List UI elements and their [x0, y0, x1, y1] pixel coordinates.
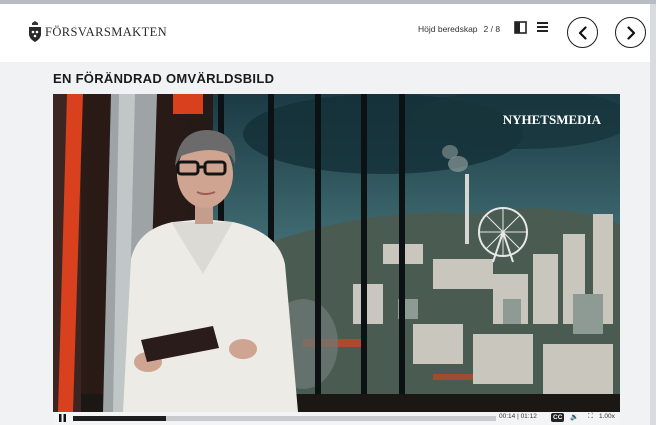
fullscreen-icon[interactable]: ⛶ — [588, 413, 593, 421]
app-header: FÖRSVARSMAKTEN Höjd beredskap 2 / 8 — [0, 4, 650, 62]
page-title: EN FÖRÄNDRAD OMVÄRLDSBILD — [53, 71, 275, 86]
playback-time: 00:14 | 01:12 — [499, 413, 537, 420]
video-player[interactable]: NYHETSMEDIA — [53, 94, 620, 412]
org-logo: FÖRSVARSMAKTEN — [28, 21, 167, 43]
video-controls: 00:14 | 01:12 CC 🔉 ⛶ 1.00x — [53, 412, 620, 425]
bookmark-icon[interactable] — [514, 21, 527, 34]
org-name: FÖRSVARSMAKTEN — [45, 24, 168, 39]
seek-bar-progress — [73, 416, 167, 421]
volume-icon[interactable]: 🔉 — [570, 413, 579, 421]
chevron-right-icon — [626, 25, 635, 40]
pause-icon[interactable] — [59, 414, 66, 422]
module-name: Höjd beredskap — [418, 24, 478, 34]
playback-speed[interactable]: 1.00x — [599, 413, 615, 420]
previous-page-button[interactable] — [567, 17, 598, 48]
broadcaster-watermark: NYHETSMEDIA — [503, 112, 602, 127]
video-frame: NYHETSMEDIA — [53, 94, 620, 412]
crest-icon — [29, 21, 41, 42]
hamburger-menu-icon[interactable] — [536, 21, 549, 33]
chevron-left-icon — [578, 25, 587, 40]
next-page-button[interactable] — [615, 17, 646, 48]
course-meta: Höjd beredskap 2 / 8 — [418, 24, 500, 34]
captions-button[interactable]: CC — [551, 413, 565, 422]
seek-bar[interactable] — [73, 416, 496, 421]
page-progress: 2 / 8 — [483, 24, 501, 34]
side-shadow — [650, 4, 656, 425]
